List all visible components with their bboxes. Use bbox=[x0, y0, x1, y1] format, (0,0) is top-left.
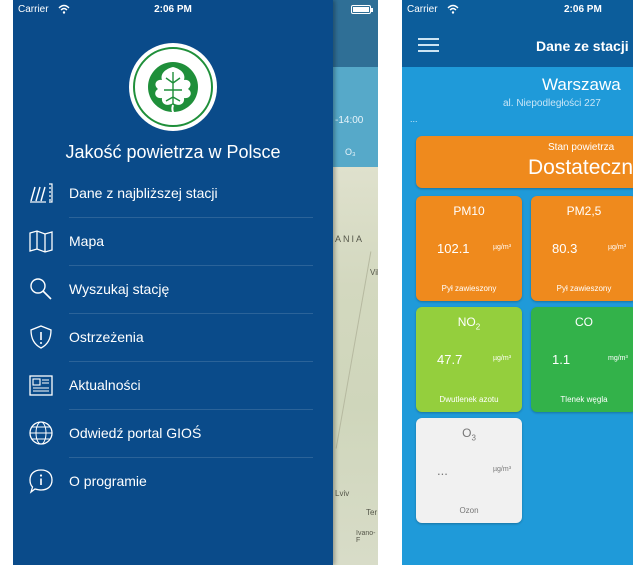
map-icon bbox=[29, 230, 53, 253]
navigation-drawer: Carrier 2:06 PM Jakość powietrza w Polsc… bbox=[13, 0, 333, 565]
info-icon bbox=[29, 469, 53, 494]
pollutant-description: Pył zawieszony bbox=[556, 284, 612, 293]
measurement-timestamp: ... bbox=[410, 114, 418, 124]
status-caption: Stan powietrza bbox=[548, 142, 615, 153]
status-value: Dostateczny bbox=[528, 156, 633, 179]
tile-co[interactable]: CO 1.1 mg/m³ Tlenek węgla bbox=[531, 307, 633, 412]
pollutant-name: PM10 bbox=[453, 204, 485, 218]
warning-shield-icon bbox=[30, 325, 52, 349]
pollutant-description: Tlenek węgla bbox=[560, 395, 608, 404]
app-title: Jakość powietrza w Polsce bbox=[65, 142, 281, 162]
tile-o3[interactable]: O3 ... µg/m³ Ozon bbox=[416, 418, 522, 523]
menu-item-label: Dane z najbliższej stacji bbox=[69, 185, 218, 201]
status-time: 2:06 PM bbox=[154, 4, 192, 15]
peek-map-label: Vil bbox=[370, 268, 378, 277]
globe-www-icon bbox=[29, 421, 53, 445]
peek-time: -14:00 bbox=[335, 115, 364, 126]
menu-item-label: Mapa bbox=[69, 233, 105, 249]
menu-item-visit-portal[interactable]: Odwiedź portal GIOŚ bbox=[13, 410, 333, 458]
content-peek[interactable]: -14:00 O₃ ANIA Vil Lviv Ter Ivano-F bbox=[333, 0, 378, 565]
pollutant-description: Pył zawieszony bbox=[441, 284, 497, 293]
menu-item-search-station[interactable]: Wyszukaj stację bbox=[13, 266, 333, 314]
pollutant-description: Dwutlenek azotu bbox=[439, 395, 499, 404]
navigation-bar: Dane ze stacji bbox=[402, 20, 633, 67]
menu-item-label: Ostrzeżenia bbox=[69, 329, 144, 345]
pollutant-value: 102.1 bbox=[437, 241, 470, 256]
measurement-icon bbox=[30, 183, 53, 203]
peek-map-label: Ivano-F bbox=[356, 530, 376, 544]
menu-item-label: O programie bbox=[69, 473, 147, 489]
tile-pm10[interactable]: PM10 102.1 µg/m³ Pył zawieszony bbox=[416, 196, 522, 301]
menu-item-label: Aktualności bbox=[69, 377, 141, 393]
menu-item-news[interactable]: Aktualności bbox=[13, 362, 333, 410]
station-city: Warszawa bbox=[542, 75, 621, 94]
pollutant-unit: mg/m³ bbox=[608, 355, 628, 362]
pollutant-name: NO2 bbox=[457, 315, 481, 332]
pollutant-unit: µg/m³ bbox=[493, 244, 512, 251]
battery-icon bbox=[351, 5, 373, 14]
drawer-menu: Dane z najbliższej stacji Mapa Wyszukaj … bbox=[13, 170, 333, 506]
pollutant-name: PM2,5 bbox=[566, 204, 602, 218]
pollutant-value: 80.3 bbox=[552, 241, 578, 256]
station-address: al. Niepodległości 227 bbox=[503, 98, 601, 109]
hamburger-menu-icon[interactable] bbox=[418, 38, 439, 52]
menu-item-label: Wyszukaj stację bbox=[69, 281, 170, 297]
peek-map-label: Ter bbox=[366, 508, 378, 517]
wifi-icon bbox=[447, 4, 459, 14]
menu-item-map[interactable]: Mapa bbox=[13, 218, 333, 266]
pollutant-name: CO bbox=[575, 315, 593, 329]
peek-o3: O₃ bbox=[345, 147, 356, 157]
pollutant-value: 1.1 bbox=[552, 352, 571, 367]
status-time: 2:06 PM bbox=[564, 4, 602, 15]
search-icon bbox=[30, 278, 52, 300]
tile-pm25[interactable]: PM2,5 80.3 µg/m³ Pył zawieszony bbox=[531, 196, 633, 301]
air-quality-status-card[interactable]: Stan powietrza Dostateczny bbox=[416, 136, 633, 188]
pollutant-unit: µg/m³ bbox=[493, 355, 512, 362]
left-phone-screen: -14:00 O₃ ANIA Vil Lviv Ter Ivano-F Carr… bbox=[13, 0, 378, 565]
menu-item-warnings[interactable]: Ostrzeżenia bbox=[13, 314, 333, 362]
menu-item-label: Odwiedź portal GIOŚ bbox=[69, 425, 202, 441]
oak-leaf-icon bbox=[155, 67, 191, 116]
pollutant-value: 47.7 bbox=[437, 352, 463, 367]
status-bar: Carrier 2:06 PM bbox=[13, 0, 333, 20]
pollutant-unit: µg/m³ bbox=[493, 466, 512, 473]
pollutant-unit: µg/m³ bbox=[608, 244, 627, 251]
carrier-label: Carrier bbox=[407, 4, 438, 15]
pollutant-value: ... bbox=[437, 463, 448, 478]
news-icon bbox=[29, 375, 53, 396]
station-header: Warszawa al. Niepodległości 227 ... bbox=[402, 67, 633, 127]
menu-item-nearest-station[interactable]: Dane z najbliższej stacji bbox=[13, 170, 333, 218]
nav-title: Dane ze stacji bbox=[536, 38, 629, 54]
pollutant-name: O3 bbox=[462, 426, 476, 443]
menu-item-about[interactable]: O programie bbox=[13, 458, 333, 506]
pollutant-description: Ozon bbox=[459, 506, 479, 515]
right-phone-screen: Carrier 2:06 PM Dane ze stacji Warszawa … bbox=[402, 0, 633, 565]
gios-logo bbox=[129, 43, 217, 131]
screenshot-root: -14:00 O₃ ANIA Vil Lviv Ter Ivano-F Carr… bbox=[0, 0, 633, 565]
tile-no2[interactable]: NO2 47.7 µg/m³ Dwutlenek azotu bbox=[416, 307, 522, 412]
status-bar: Carrier 2:06 PM bbox=[402, 0, 633, 20]
peek-map bbox=[333, 167, 378, 565]
peek-map-label: Lviv bbox=[335, 489, 350, 498]
peek-map-label: ANIA bbox=[335, 234, 365, 244]
